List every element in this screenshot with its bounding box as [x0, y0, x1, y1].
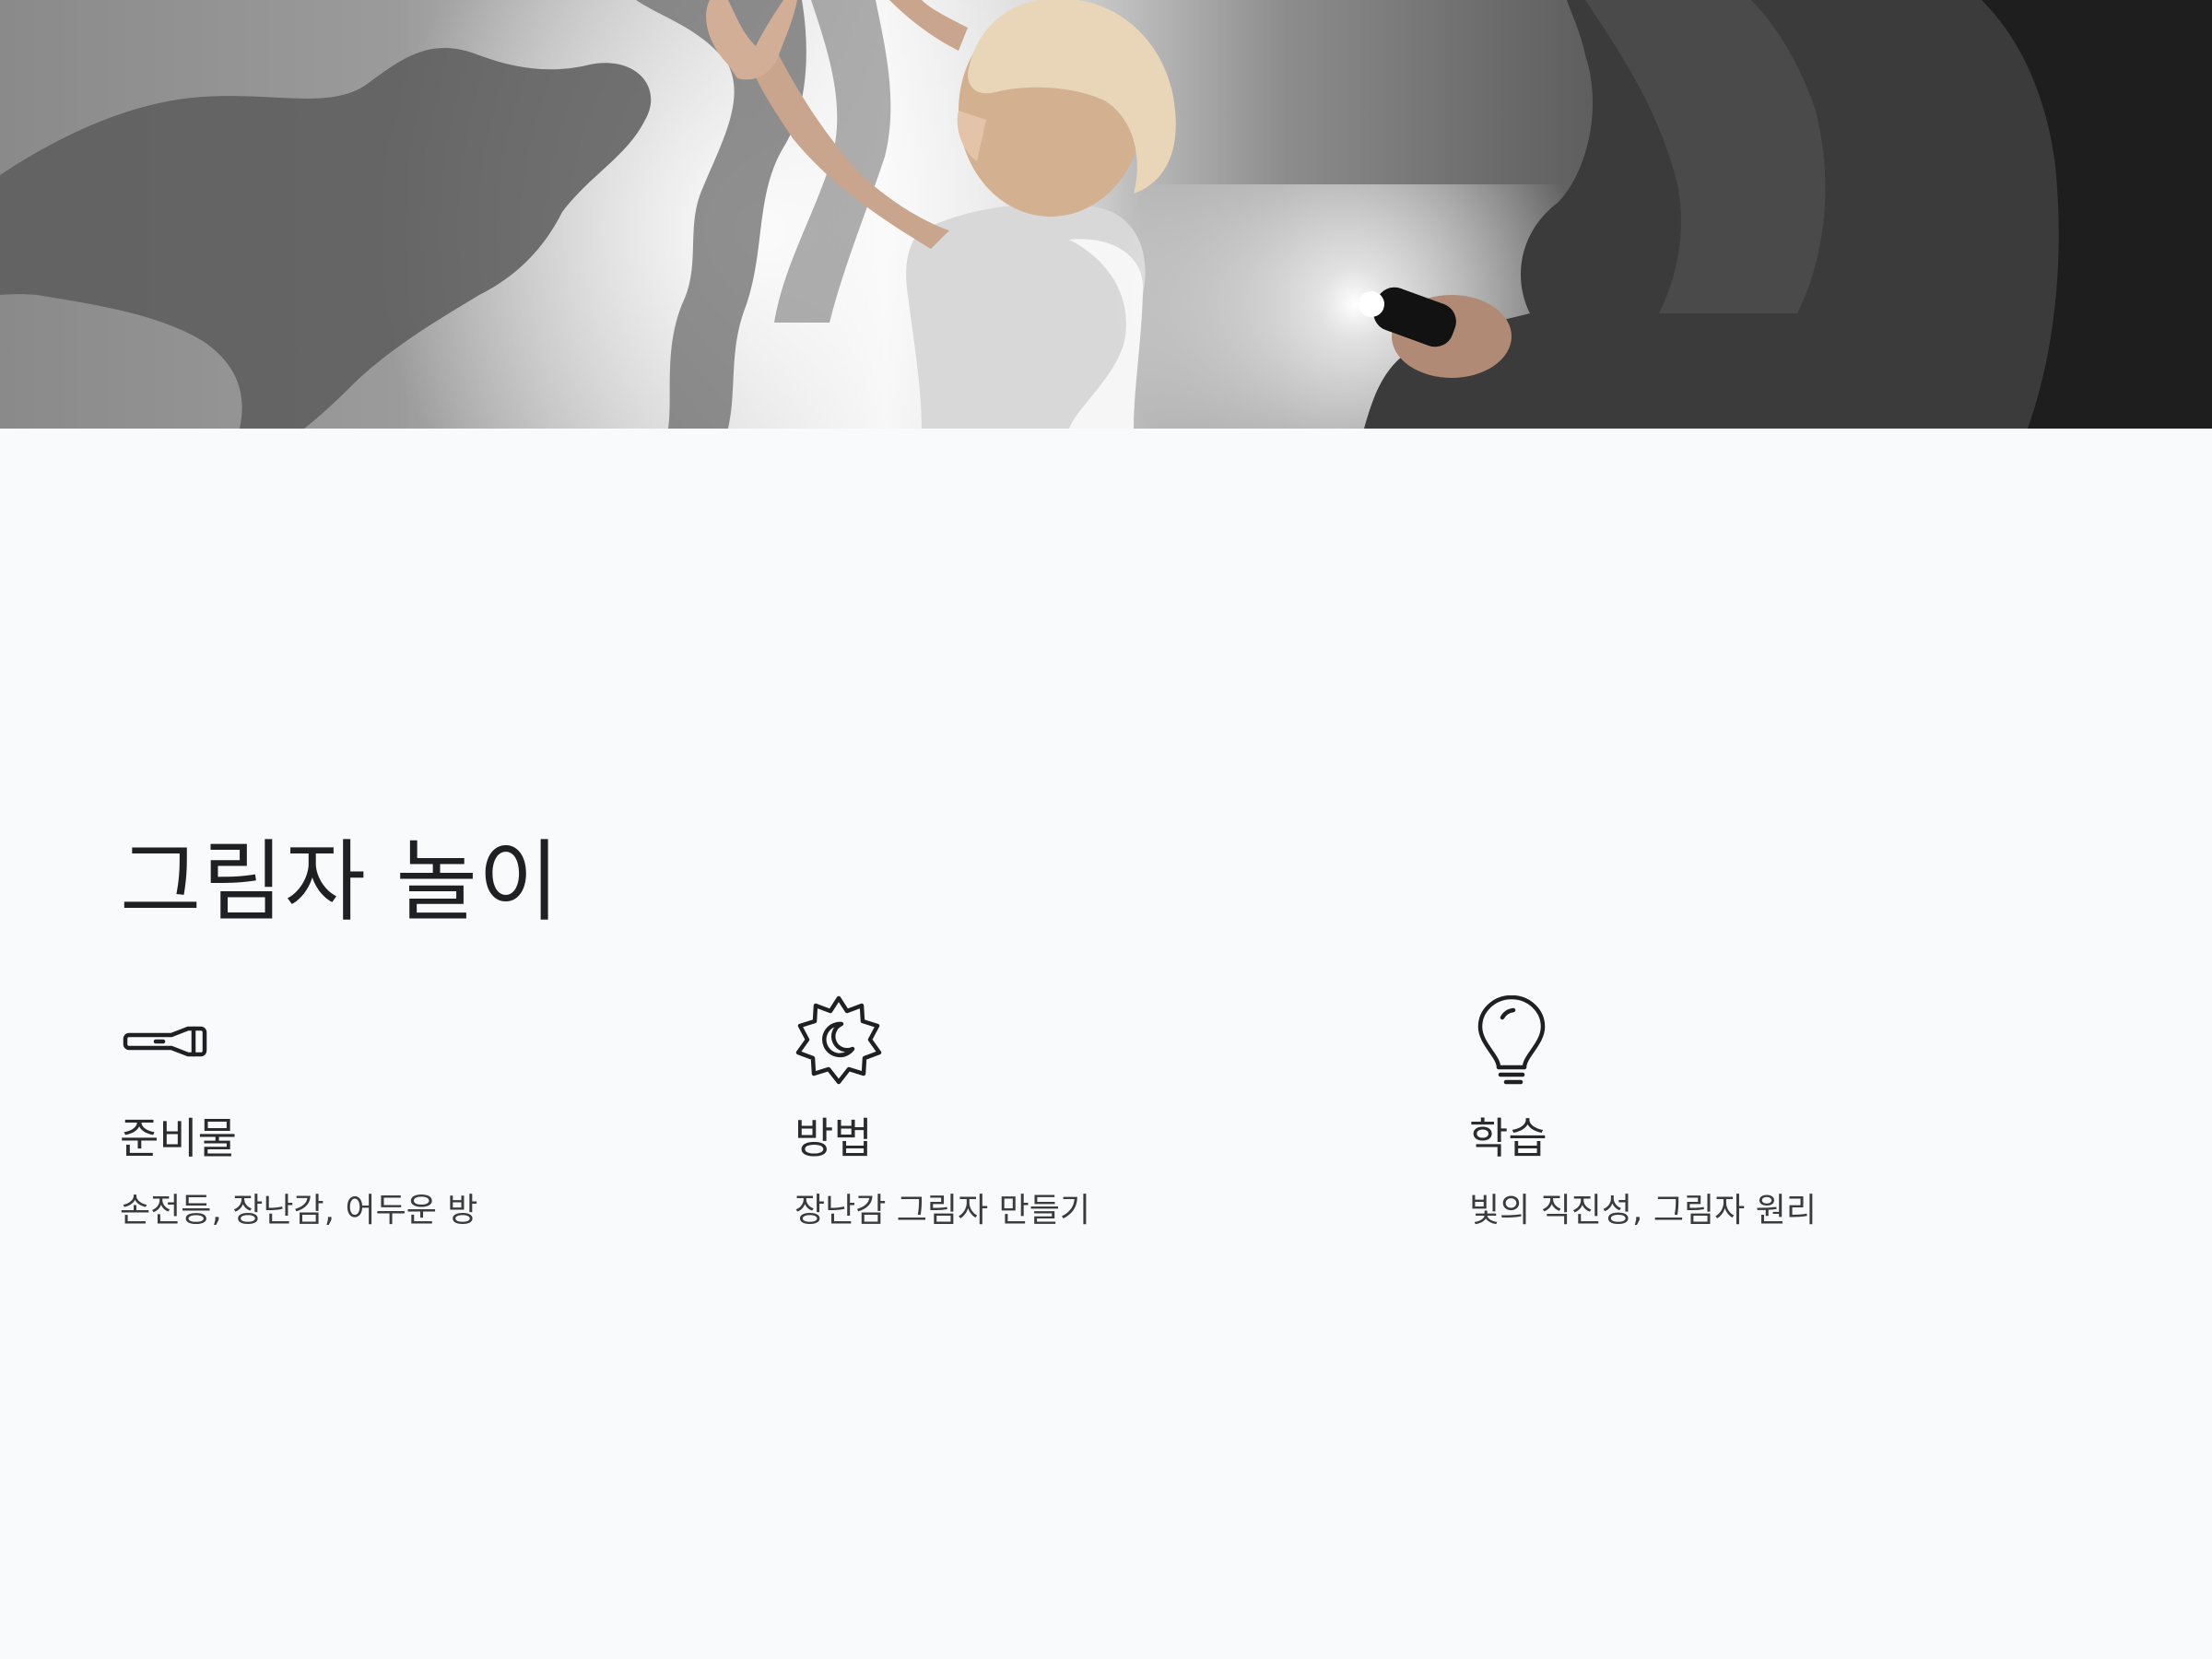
feature-list: 준비물 손전등, 장난감, 어두운 방 방법 장난감 그림자 만들기 학습 빛의…: [120, 995, 2092, 1253]
hero-illustration: [0, 0, 2212, 429]
flashlight-icon: [120, 995, 212, 1088]
moon-badge-icon: [794, 995, 887, 1088]
feature-materials: 준비물 손전등, 장난감, 어두운 방: [120, 995, 710, 1233]
feature-learning: 학습 빛의 직진성, 그림자 원리: [1469, 995, 2059, 1233]
page-title: 그림자 놀이: [120, 830, 561, 934]
feature-title: 준비물: [120, 1113, 237, 1163]
feature-description: 장난감 그림자 만들기: [794, 1192, 1090, 1230]
feature-description: 손전등, 장난감, 어두운 방: [120, 1192, 478, 1230]
hero-image: [0, 0, 2212, 429]
feature-method: 방법 장난감 그림자 만들기: [794, 995, 1384, 1233]
feature-description: 빛의 직진성, 그림자 원리: [1469, 1192, 1817, 1230]
feature-title: 학습: [1469, 1113, 1547, 1163]
feature-title: 방법: [794, 1113, 873, 1163]
lightbulb-icon: [1469, 995, 1561, 1088]
